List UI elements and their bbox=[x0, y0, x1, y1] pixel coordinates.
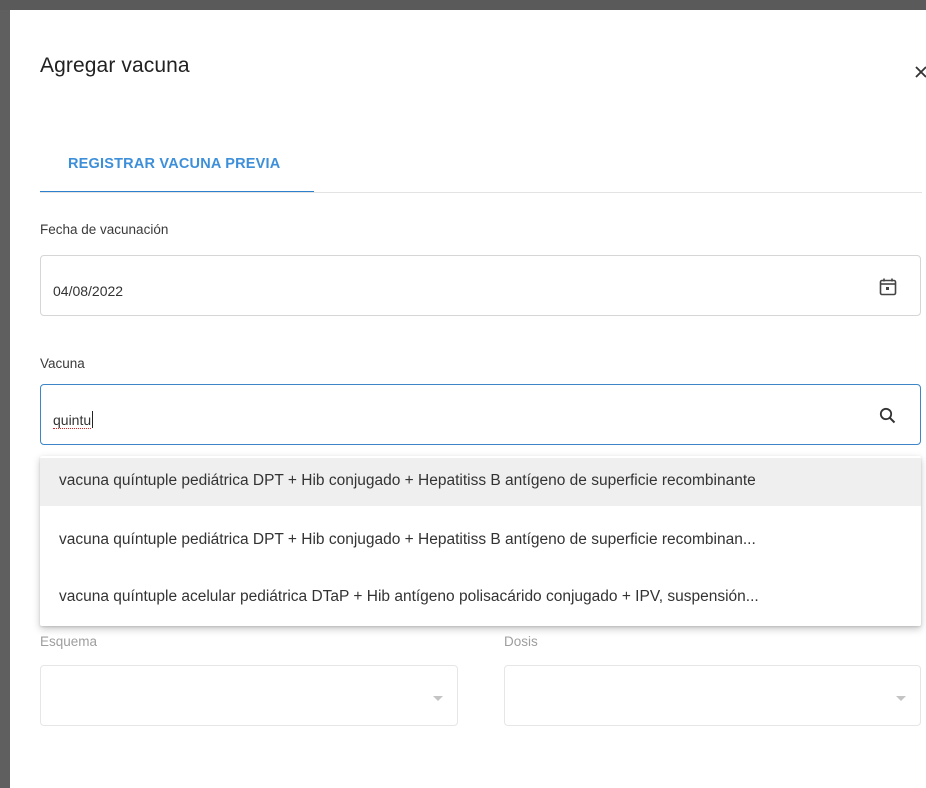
dosis-select[interactable] bbox=[504, 665, 921, 726]
close-button[interactable] bbox=[912, 60, 926, 84]
tab-divider bbox=[40, 192, 922, 193]
add-vaccine-dialog: Agregar vacuna REGISTRAR VACUNA PREVIA F… bbox=[10, 10, 926, 788]
chevron-down-icon bbox=[433, 696, 443, 701]
esquema-select[interactable] bbox=[40, 665, 458, 726]
autocomplete-option-text: vacuna quíntuple acelular pediátrica DTa… bbox=[59, 588, 759, 605]
vacuna-input-text: quintu bbox=[53, 411, 94, 429]
vacuna-autocomplete-list: vacuna quíntuple pediátrica DPT + Hib co… bbox=[40, 456, 921, 626]
autocomplete-option-text: vacuna quíntuple pediátrica DPT + Hib co… bbox=[59, 531, 756, 548]
esquema-label: Esquema bbox=[40, 634, 98, 649]
search-button[interactable] bbox=[877, 405, 899, 427]
vacuna-search-input[interactable]: quintu bbox=[40, 384, 921, 445]
autocomplete-option-text: vacuna quíntuple pediátrica DPT + Hib co… bbox=[59, 472, 756, 489]
fecha-value: 04/08/2022 bbox=[53, 283, 124, 299]
vacuna-label: Vacuna bbox=[40, 356, 85, 371]
close-icon bbox=[915, 66, 926, 78]
autocomplete-option[interactable]: vacuna quíntuple pediátrica DPT + Hib co… bbox=[40, 517, 921, 565]
fecha-label: Fecha de vacunación bbox=[40, 222, 169, 237]
calendar-button[interactable] bbox=[877, 276, 899, 298]
search-icon bbox=[879, 407, 896, 424]
background-top-strip bbox=[0, 0, 926, 10]
calendar-icon bbox=[879, 278, 897, 296]
tab-registrar-vacuna-previa[interactable]: REGISTRAR VACUNA PREVIA bbox=[40, 142, 314, 193]
fecha-input[interactable]: 04/08/2022 bbox=[40, 255, 921, 316]
chevron-down-icon bbox=[896, 696, 906, 701]
text-caret bbox=[92, 411, 94, 428]
tab-label: REGISTRAR VACUNA PREVIA bbox=[68, 156, 281, 172]
autocomplete-option[interactable]: vacuna quíntuple pediátrica DPT + Hib co… bbox=[40, 458, 921, 506]
vacuna-typed-value: quintu bbox=[53, 412, 92, 429]
autocomplete-option[interactable]: vacuna quíntuple acelular pediátrica DTa… bbox=[40, 574, 921, 622]
dialog-title: Agregar vacuna bbox=[40, 54, 190, 77]
background-left-edge bbox=[0, 10, 10, 788]
dosis-label: Dosis bbox=[504, 634, 538, 649]
